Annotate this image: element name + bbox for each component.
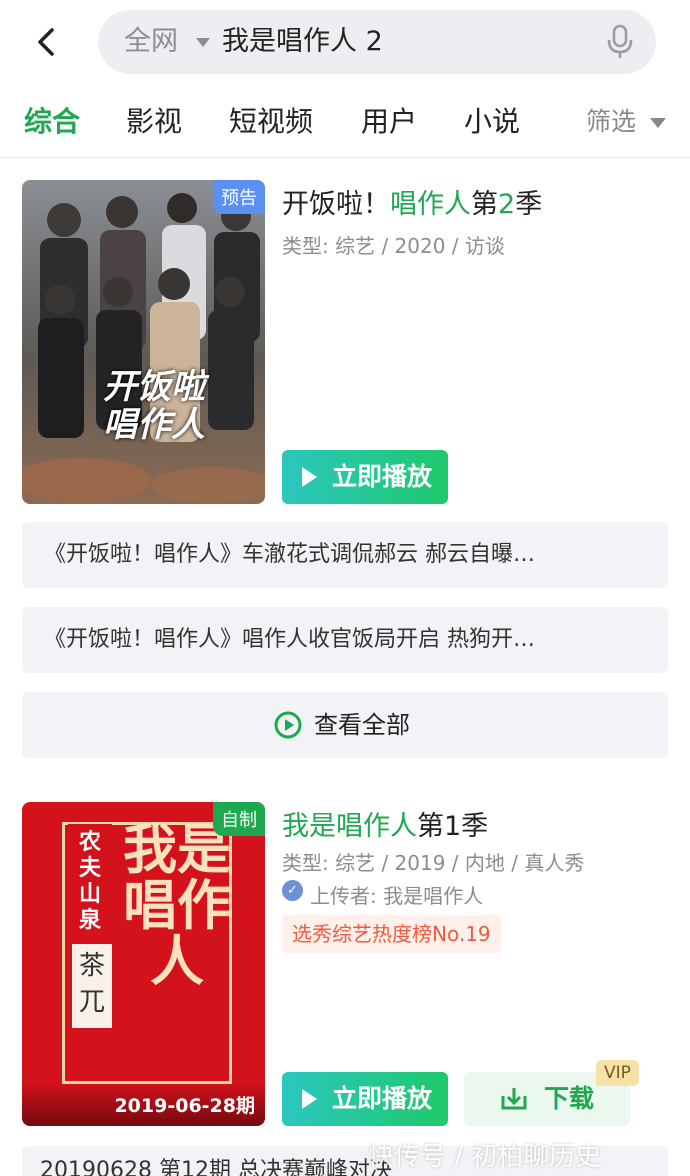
view-all-button[interactable]: 查看全部	[22, 692, 668, 758]
clip-snippet[interactable]: 《开饭啦！唱作人》唱作人收官饭局开启 热狗开…	[22, 607, 668, 673]
play-now-button[interactable]: 立即播放	[282, 450, 448, 504]
download-label: 下载	[544, 1084, 595, 1113]
poster-people-artwork	[22, 193, 265, 503]
title-suffix: 季	[515, 189, 543, 220]
vip-badge: VIP	[596, 1060, 639, 1086]
tab-film-tv[interactable]: 影视	[126, 86, 182, 158]
tab-comprehensive[interactable]: 综合	[24, 86, 80, 158]
result-meta: 类型: 综艺 / 2020 / 访谈	[282, 234, 505, 258]
play-icon	[302, 1089, 317, 1109]
tab-novels[interactable]: 小说	[464, 86, 520, 158]
filter-button[interactable]: 筛选	[586, 86, 636, 158]
poster-title-line-2: 唱作人	[103, 405, 205, 445]
search-scope-selector[interactable]: 全网	[124, 10, 178, 74]
clip-snippet[interactable]: 《开饭啦！唱作人》车澈花式调侃郝云 郝云自曝…	[22, 522, 668, 588]
result-title[interactable]: 我是唱作人第1季	[282, 804, 488, 843]
poster-title-text: 我是唱作人	[123, 818, 231, 993]
uploader-label[interactable]: 上传者: 我是唱作人	[310, 880, 483, 909]
episode-date: 2019-06-28期	[114, 1095, 255, 1117]
result-title[interactable]: 开饭啦！唱作人第2季	[282, 182, 542, 221]
view-all-label: 查看全部	[314, 711, 410, 739]
title-prefix: 开饭啦！	[282, 189, 390, 220]
poster-brand-text: 农夫山泉	[78, 830, 101, 933]
result-meta: 类型: 综艺 / 2019 / 内地 / 真人秀	[282, 851, 585, 875]
title-highlight: 唱作人	[390, 189, 471, 220]
play-icon	[302, 467, 317, 487]
filter-caret-icon[interactable]	[650, 118, 666, 128]
play-now-button[interactable]: 立即播放	[282, 1072, 448, 1126]
tab-users[interactable]: 用户	[361, 86, 417, 158]
title-mid: 第	[471, 189, 498, 220]
title-season-number: 2	[498, 189, 516, 220]
trailer-badge: 预告	[213, 180, 265, 214]
original-badge: 自制	[213, 802, 265, 836]
poster-image[interactable]: 农夫山泉 茶兀 我是唱作人 2019-06-28期 自制	[22, 802, 265, 1126]
back-arrow-icon[interactable]	[28, 22, 68, 62]
category-tabs: 综合 影视 短视频 用户 小说 筛选	[0, 86, 690, 158]
scope-caret-icon[interactable]	[196, 38, 210, 47]
search-query-input[interactable]: 我是唱作人 2	[222, 10, 383, 74]
poster-show-title: 我是唱作人	[122, 822, 232, 990]
verified-badge-icon: ✓	[282, 880, 303, 901]
poster-image[interactable]: 开饭啦 唱作人 预告	[22, 180, 265, 504]
play-now-label: 立即播放	[332, 462, 433, 491]
poster-brand-sub-text: 茶兀	[78, 951, 105, 1017]
title-suffix: 第1季	[417, 811, 489, 842]
watermark: 快传号 / 初柏聊历史	[368, 1142, 602, 1172]
poster-title-line-1: 开饭啦	[103, 367, 205, 407]
poster-title-artwork: 开饭啦 唱作人	[74, 368, 234, 444]
play-now-label: 立即播放	[332, 1084, 433, 1113]
top-bar: 全网 我是唱作人 2	[0, 0, 690, 86]
brand-panel-2: 茶兀	[72, 944, 112, 1028]
play-circle-icon	[274, 711, 302, 739]
search-box[interactable]: 全网 我是唱作人 2	[98, 10, 656, 74]
microphone-icon[interactable]	[604, 24, 636, 60]
ranking-tag[interactable]: 选秀综艺热度榜No.19	[282, 915, 501, 953]
tab-short-video[interactable]: 短视频	[229, 86, 313, 158]
title-highlight: 我是唱作人	[282, 811, 417, 842]
download-icon	[501, 1088, 527, 1110]
